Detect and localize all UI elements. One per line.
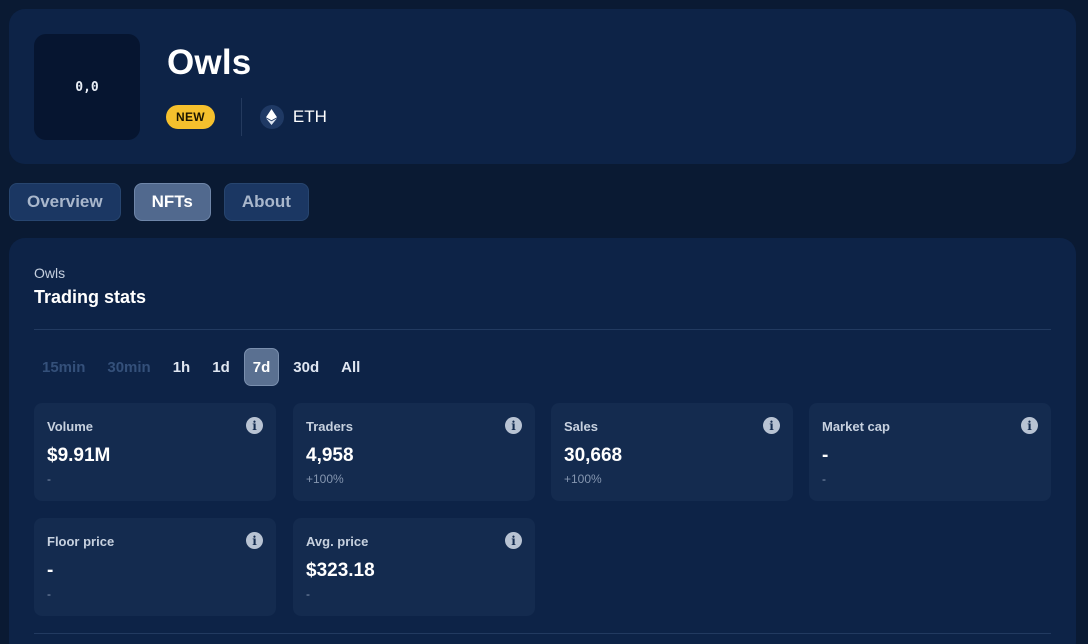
stat-label: Volume	[47, 419, 93, 434]
stat-label: Avg. price	[306, 534, 369, 549]
info-icon[interactable]: i	[505, 417, 522, 434]
tab-overview[interactable]: Overview	[9, 183, 121, 221]
stat-label: Traders	[306, 419, 353, 434]
range-all[interactable]: All	[333, 348, 368, 386]
stat-value: $323.18	[306, 560, 375, 581]
collection-header: 0,0 Owls NEW ETH	[9, 9, 1076, 164]
stat-value: -	[47, 560, 54, 581]
chain-indicator: ETH	[259, 105, 327, 129]
time-range-selector: 15min 30min 1h 1d 7d 30d All	[34, 348, 368, 386]
stat-value: $9.91M	[47, 445, 111, 466]
trading-stats-panel: Owls Trading stats 15min 30min 1h 1d 7d …	[9, 238, 1076, 644]
stat-label: Sales	[564, 419, 598, 434]
range-7d[interactable]: 7d	[243, 348, 280, 386]
stat-card-market-cap: Market cap i - -	[809, 403, 1051, 501]
stat-change: -	[47, 587, 51, 601]
range-1h[interactable]: 1h	[165, 348, 199, 386]
range-1d[interactable]: 1d	[204, 348, 238, 386]
info-icon[interactable]: i	[505, 532, 522, 549]
info-icon[interactable]: i	[246, 532, 263, 549]
ethereum-icon	[259, 105, 284, 129]
meta-divider	[240, 98, 242, 136]
stat-card-traders: Traders i 4,958 +100%	[293, 403, 535, 501]
info-icon[interactable]: i	[763, 417, 780, 434]
stat-card-avg-price: Avg. price i $323.18 -	[293, 518, 535, 616]
new-badge: NEW	[166, 105, 215, 129]
stat-card-floor-price: Floor price i - -	[34, 518, 276, 616]
collection-meta: NEW ETH	[166, 98, 327, 136]
panel-title: Trading stats	[34, 287, 147, 307]
panel-divider-bottom	[34, 633, 1051, 634]
tab-about[interactable]: About	[223, 183, 309, 221]
collection-title: Owls	[167, 43, 252, 82]
section-tabs: Overview NFTs About	[9, 183, 309, 221]
stat-value: -	[822, 445, 829, 466]
stat-value: 30,668	[564, 445, 623, 466]
range-30min: 30min	[107, 358, 151, 376]
panel-subtitle: Owls	[34, 265, 66, 281]
stat-value: 4,958	[306, 445, 354, 466]
stat-change: -	[47, 472, 51, 486]
range-30d[interactable]: 30d	[285, 348, 327, 386]
info-icon[interactable]: i	[246, 417, 263, 434]
stat-card-sales: Sales i 30,668 +100%	[551, 403, 793, 501]
collection-avatar: 0,0	[34, 34, 140, 140]
stat-change: +100%	[306, 472, 344, 486]
tab-nfts[interactable]: NFTs	[133, 183, 211, 221]
stat-change: +100%	[564, 472, 602, 486]
info-icon[interactable]: i	[1021, 417, 1038, 434]
page: 0,0 Owls NEW ETH Overview NFTs About Owl…	[0, 0, 1088, 644]
stat-change: -	[306, 587, 310, 601]
panel-divider	[34, 329, 1051, 330]
chain-label: ETH	[292, 107, 327, 126]
stat-change: -	[822, 472, 826, 486]
stat-label: Floor price	[47, 534, 115, 549]
range-15min: 15min	[42, 358, 86, 376]
stat-label: Market cap	[822, 419, 890, 434]
stat-card-volume: Volume i $9.91M -	[34, 403, 276, 501]
